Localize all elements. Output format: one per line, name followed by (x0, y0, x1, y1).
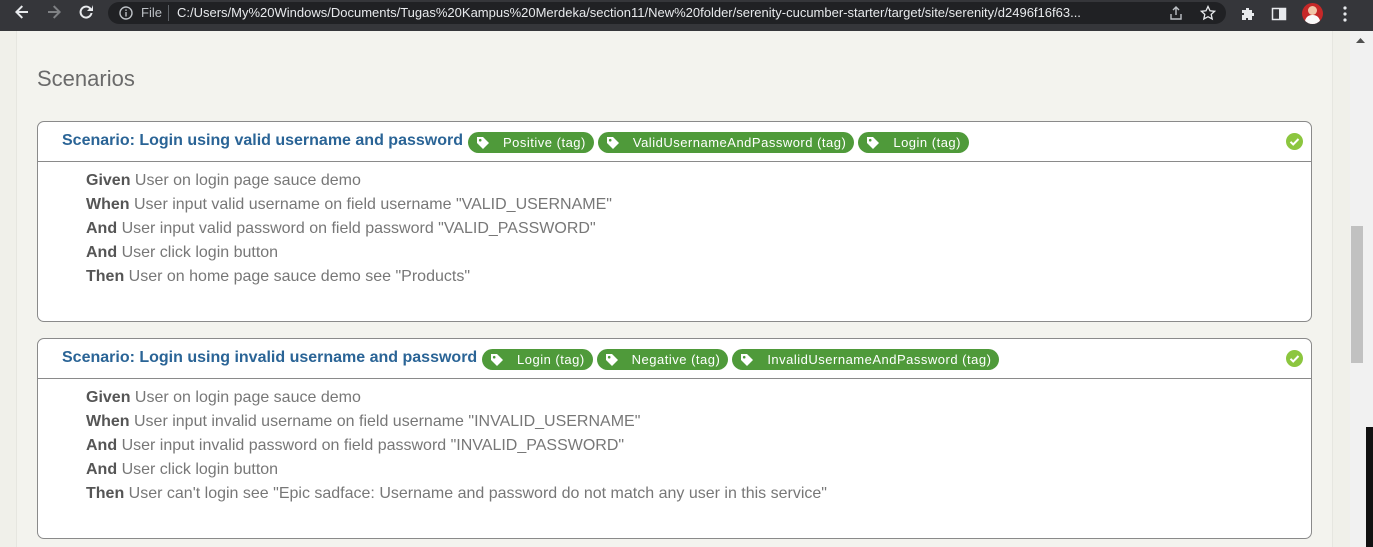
file-scheme-label: File (141, 5, 162, 20)
step-keyword: When (86, 413, 130, 430)
omnibox-divider (168, 5, 169, 21)
step-text: User on login page sauce demo (134, 389, 361, 406)
step-row: Then User can't login see "Epic sadface:… (86, 484, 1311, 508)
info-icon[interactable] (119, 6, 133, 20)
tag-label: Login (tag) (893, 135, 961, 150)
tag-icon (476, 136, 490, 150)
url-text[interactable]: C:/Users/My%20Windows/Documents/Tugas%20… (177, 5, 1167, 20)
back-arrow-icon (15, 5, 28, 19)
step-text: User input valid username on field usern… (134, 196, 612, 213)
step-keyword: Given (86, 389, 131, 406)
bookmark-star-icon[interactable] (1200, 5, 1216, 21)
tag-list: Login (tag) Negative (tag) InvalidUserna… (482, 349, 1000, 370)
tag-badge[interactable]: InvalidUsernameAndPassword (tag) (732, 349, 1000, 370)
step-list: Given User on login page sauce demo When… (38, 379, 1311, 508)
step-row: And User input invalid password on field… (86, 436, 1311, 460)
step-row: Then User on home page sauce demo see "P… (86, 267, 1311, 291)
share-icon[interactable] (1168, 5, 1184, 21)
back-button[interactable] (11, 1, 33, 23)
tag-icon (740, 353, 754, 367)
vertical-scrollbar[interactable] (1350, 31, 1373, 547)
step-keyword: And (86, 461, 118, 478)
tag-badge[interactable]: Positive (tag) (468, 132, 594, 153)
step-keyword: And (86, 220, 118, 237)
passed-check-icon (1286, 350, 1303, 367)
scenario-header: Scenario: Login using invalid username a… (38, 339, 1311, 379)
tag-label: ValidUsernameAndPassword (tag) (632, 135, 847, 150)
step-keyword: Given (86, 172, 131, 189)
step-list: Given User on login page sauce demo When… (38, 162, 1311, 291)
tag-label: Positive (tag) (503, 135, 586, 150)
tag-icon (866, 136, 880, 150)
tag-icon (606, 136, 620, 150)
scroll-up-arrow-icon[interactable] (1356, 37, 1365, 43)
tag-badge[interactable]: ValidUsernameAndPassword (tag) (597, 132, 855, 153)
reload-icon (79, 5, 93, 19)
tag-badge[interactable]: Login (tag) (858, 132, 969, 153)
step-row: And User input valid password on field p… (86, 219, 1311, 243)
step-row: Given User on login page sauce demo (86, 171, 1311, 195)
tag-list: Positive (tag) ValidUsernameAndPassword … (468, 132, 969, 153)
step-row: When User input valid username on field … (86, 195, 1311, 219)
scenario-header: Scenario: Login using valid username and… (38, 122, 1311, 162)
tag-label: Negative (tag) (631, 352, 721, 367)
section-title: Scenarios (37, 66, 135, 91)
step-text: User input invalid password on field pas… (121, 437, 625, 454)
step-text: User on home page sauce demo see "Produc… (128, 268, 470, 285)
scenario-card: Scenario: Login using invalid username a… (37, 338, 1312, 539)
step-row: And User click login button (86, 243, 1311, 267)
tag-label: Login (tag) (517, 352, 585, 367)
step-keyword: Then (86, 268, 125, 285)
step-row: When User input invalid username on fiel… (86, 412, 1311, 436)
browser-toolbar: File C:/Users/My%20Windows/Documents/Tug… (0, 0, 1373, 31)
step-row: And User click login button (86, 460, 1311, 484)
step-text: User click login button (121, 461, 279, 478)
scrollbar-thumb[interactable] (1351, 226, 1363, 363)
step-text: User input invalid username on field use… (134, 413, 641, 430)
more-menu-icon[interactable] (1337, 5, 1353, 23)
step-text: User can't login see "Epic sadface: User… (128, 485, 827, 502)
tag-label: InvalidUsernameAndPassword (tag) (767, 352, 992, 367)
step-text: User on login page sauce demo (134, 172, 361, 189)
window-edge (1366, 427, 1373, 547)
step-text: User click login button (121, 244, 279, 261)
tag-badge[interactable]: Negative (tag) (596, 349, 729, 370)
tag-badge[interactable]: Login (tag) (482, 349, 593, 370)
page-viewport: Scenarios Scenario: Login using valid us… (0, 31, 1350, 547)
tag-icon (605, 353, 619, 367)
step-keyword: And (86, 437, 118, 454)
scenario-title[interactable]: Scenario: Login using invalid username a… (62, 349, 477, 367)
forward-arrow-icon (48, 5, 61, 19)
address-bar[interactable]: File C:/Users/My%20Windows/Documents/Tug… (108, 2, 1226, 24)
avatar-face (1308, 6, 1317, 15)
step-text: User input valid password on field passw… (121, 220, 596, 237)
profile-avatar[interactable] (1302, 3, 1323, 24)
passed-check-icon (1286, 133, 1303, 150)
step-row: Given User on login page sauce demo (86, 388, 1311, 412)
scenario-card: Scenario: Login using valid username and… (37, 121, 1312, 322)
step-keyword: When (86, 196, 130, 213)
side-panel-icon[interactable] (1271, 6, 1287, 22)
avatar-shirt (1305, 15, 1320, 24)
step-keyword: And (86, 244, 118, 261)
tag-icon (490, 353, 504, 367)
scenario-title[interactable]: Scenario: Login using valid username and… (62, 132, 463, 150)
forward-button[interactable] (43, 1, 65, 23)
reload-button[interactable] (75, 1, 97, 23)
extensions-icon[interactable] (1240, 6, 1256, 22)
step-keyword: Then (86, 485, 125, 502)
